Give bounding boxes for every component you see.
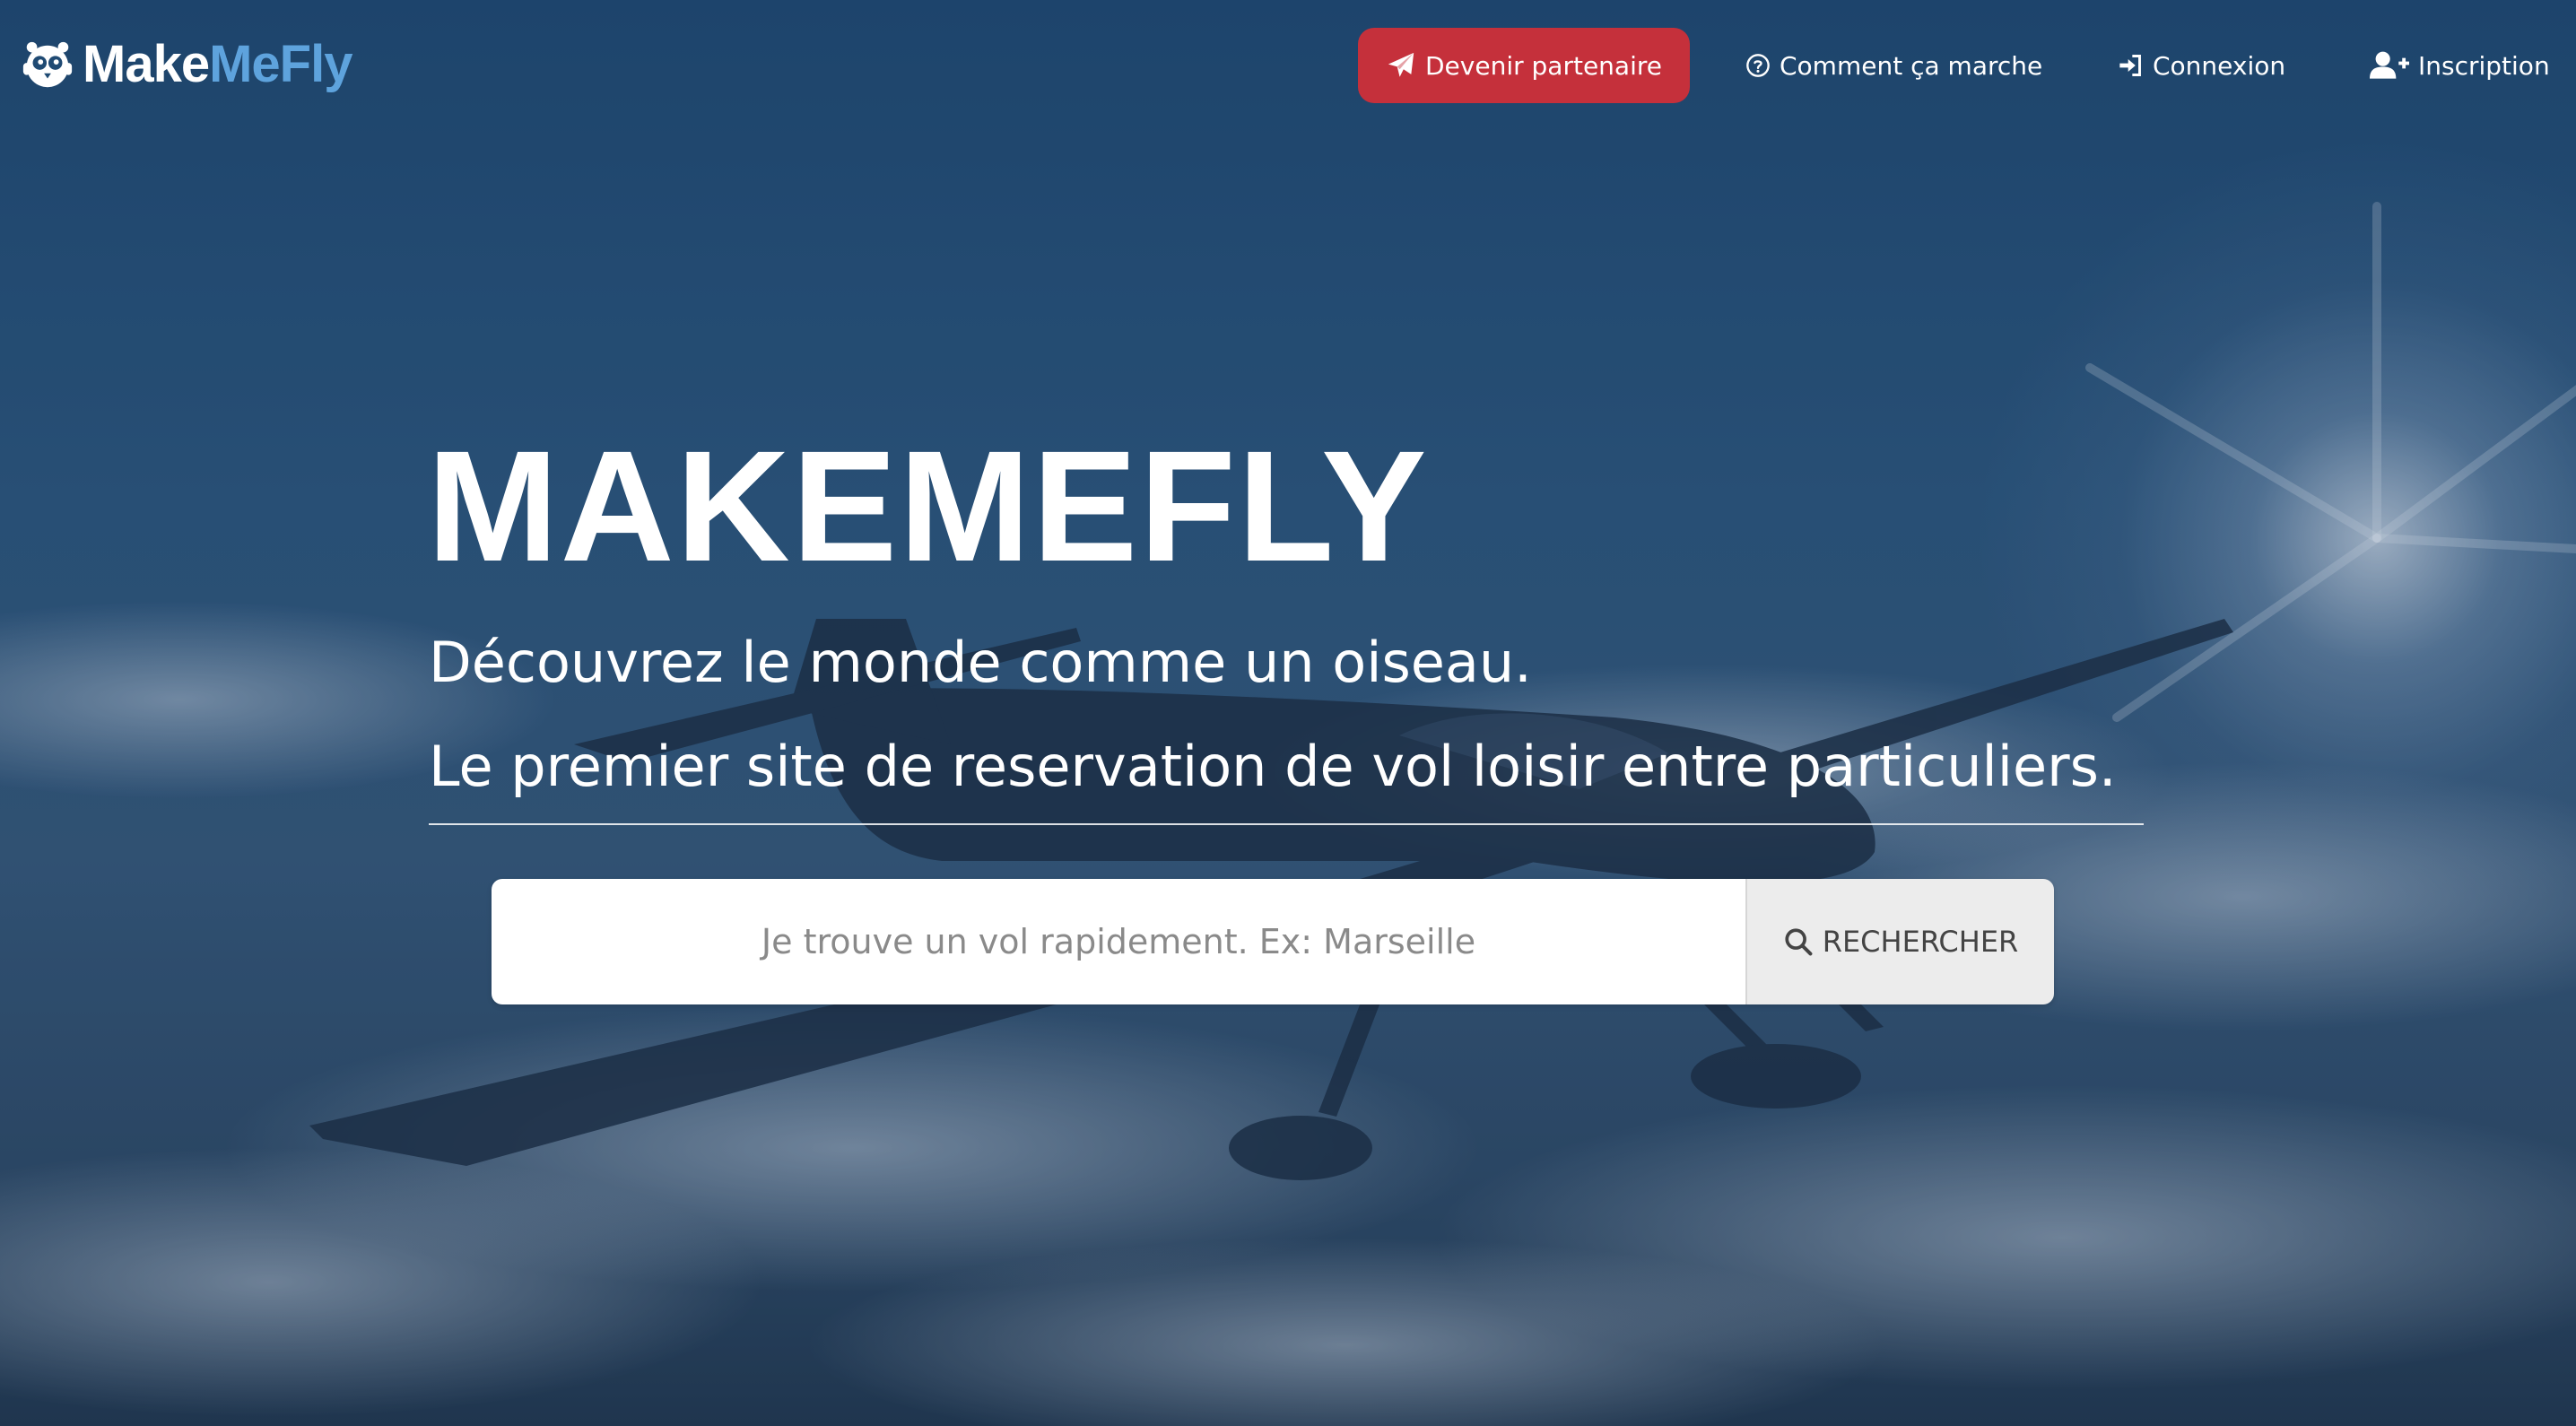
search-bar: RECHERCHER <box>492 879 2054 1004</box>
how-it-works-label: Comment ça marche <box>1780 50 2043 81</box>
sign-in-icon <box>2117 53 2144 78</box>
logo-text-make: Make <box>83 35 210 93</box>
site-logo[interactable]: MakeMeFly <box>20 32 352 97</box>
nav-link-how-it-works[interactable]: Comment ça marche <box>1745 28 2042 103</box>
user-plus-icon <box>2370 49 2409 82</box>
become-partner-label: Devenir partenaire <box>1425 50 1662 81</box>
logo-wordmark: MakeMeFly <box>83 32 352 97</box>
search-button-label: RECHERCHER <box>1822 925 2019 959</box>
owl-mascot-icon <box>22 41 73 88</box>
signup-label: Inscription <box>2418 50 2550 81</box>
search-input[interactable] <box>492 879 1745 1004</box>
page: MakeMeFly Devenir partenaire Comment ça … <box>0 0 2576 1426</box>
hero-title: MAKEMEFLY <box>427 419 1429 595</box>
login-label: Connexion <box>2153 50 2286 81</box>
hero-overlay <box>0 0 2576 1426</box>
nav-link-signup[interactable]: Inscription <box>2370 28 2550 103</box>
nav-link-login[interactable]: Connexion <box>2117 28 2285 103</box>
hero-subtitle-1: Découvrez le monde comme un oiseau. <box>429 630 1532 695</box>
question-circle-icon <box>1745 53 1771 78</box>
hero-divider <box>429 823 2144 825</box>
become-partner-button[interactable]: Devenir partenaire <box>1358 28 1690 103</box>
hero-subtitle-2: Le premier site de reservation de vol lo… <box>429 734 2117 799</box>
search-icon <box>1783 926 1814 957</box>
navbar: MakeMeFly Devenir partenaire Comment ça … <box>0 0 2576 129</box>
search-button[interactable]: RECHERCHER <box>1745 879 2054 1004</box>
paper-plane-icon <box>1386 50 1416 81</box>
logo-text-mefly: MeFly <box>209 35 352 93</box>
